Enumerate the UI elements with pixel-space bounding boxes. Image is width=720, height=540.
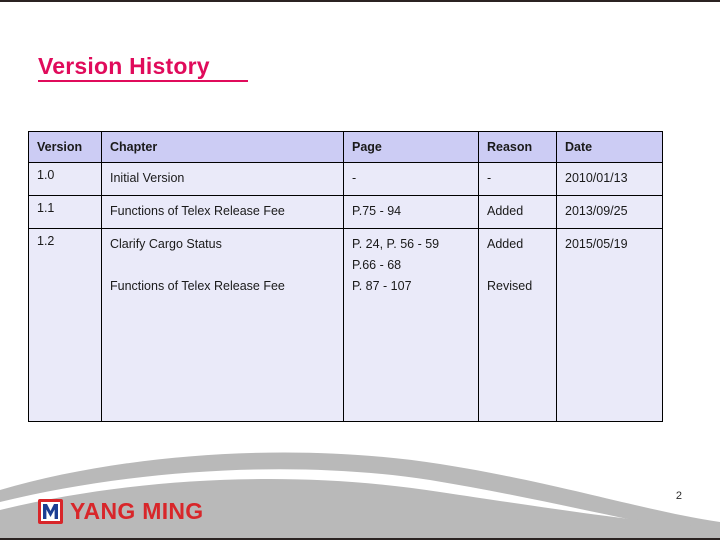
cell-line (487, 255, 549, 276)
cell-line: P. 24, P. 56 - 59 (352, 237, 440, 251)
cell-date: 2013/09/25 (556, 195, 663, 229)
cell-page: P. 24, P. 56 - 59 P.66 - 68 P. 87 - 107 (343, 228, 479, 422)
cell-line: Functions of Telex Release Fee (110, 204, 285, 218)
table-header-row: Version Chapter Page Reason Date (28, 131, 663, 163)
cell-line: P.75 - 94 (352, 204, 402, 218)
cell-reason: - (478, 162, 557, 196)
column-header-reason: Reason (478, 131, 557, 163)
table-row: 1.1 Functions of Telex Release Fee P.75 … (28, 195, 663, 229)
version-history-table: Version Chapter Page Reason Date 1.0 Ini… (28, 131, 663, 422)
cell-line: P. 87 - 107 (352, 279, 412, 293)
cell-line (565, 255, 655, 276)
cell-line: 2013/09/25 (565, 204, 628, 218)
cell-page: - (343, 162, 479, 196)
column-header-chapter: Chapter (101, 131, 344, 163)
table-row: 1.0 Initial Version - - 2010/01/13 (28, 162, 663, 196)
slide-canvas: Version History Version Chapter Page Rea… (0, 0, 720, 540)
cell-version: 1.1 (28, 195, 102, 229)
cell-reason: Added (478, 195, 557, 229)
page-title: Version History (38, 53, 210, 79)
table-row: 1.2 Clarify Cargo Status Functions of Te… (28, 228, 663, 422)
cell-date: 2015/05/19 (556, 228, 663, 422)
cell-reason: Added Revised (478, 228, 557, 422)
cell-chapter: Clarify Cargo Status Functions of Telex … (101, 228, 344, 422)
yang-ming-m-mark-icon (38, 499, 63, 524)
cell-version: 1.0 (28, 162, 102, 196)
cell-line: 2010/01/13 (565, 171, 628, 185)
cell-date: 2010/01/13 (556, 162, 663, 196)
cell-line: Revised (487, 279, 533, 293)
cell-line (565, 276, 655, 297)
cell-chapter: Functions of Telex Release Fee (101, 195, 344, 229)
cell-chapter: Initial Version (101, 162, 344, 196)
cell-line: Added (487, 237, 524, 251)
page-number: 2 (675, 490, 682, 502)
cell-line: Functions of Telex Release Fee (110, 279, 285, 293)
title-underline (38, 80, 248, 83)
column-header-page: Page (343, 131, 479, 163)
cell-line: - (487, 171, 492, 185)
cell-line: 2015/05/19 (565, 237, 628, 251)
yang-ming-wordmark: YANG MING (70, 498, 204, 524)
cell-line: Clarify Cargo Status (110, 237, 222, 251)
cell-line: P.66 - 68 (352, 258, 402, 272)
column-header-date: Date (556, 131, 663, 163)
cell-page: P.75 - 94 (343, 195, 479, 229)
cell-line: Added (487, 204, 524, 218)
cell-line: - (352, 171, 357, 185)
yang-ming-logo: YANG MING (38, 499, 203, 524)
cell-line: Initial Version (110, 171, 185, 185)
cell-version: 1.2 (28, 228, 102, 422)
page-title-group: Version History (38, 53, 248, 83)
column-header-version: Version (28, 131, 102, 163)
cell-line (110, 255, 336, 276)
